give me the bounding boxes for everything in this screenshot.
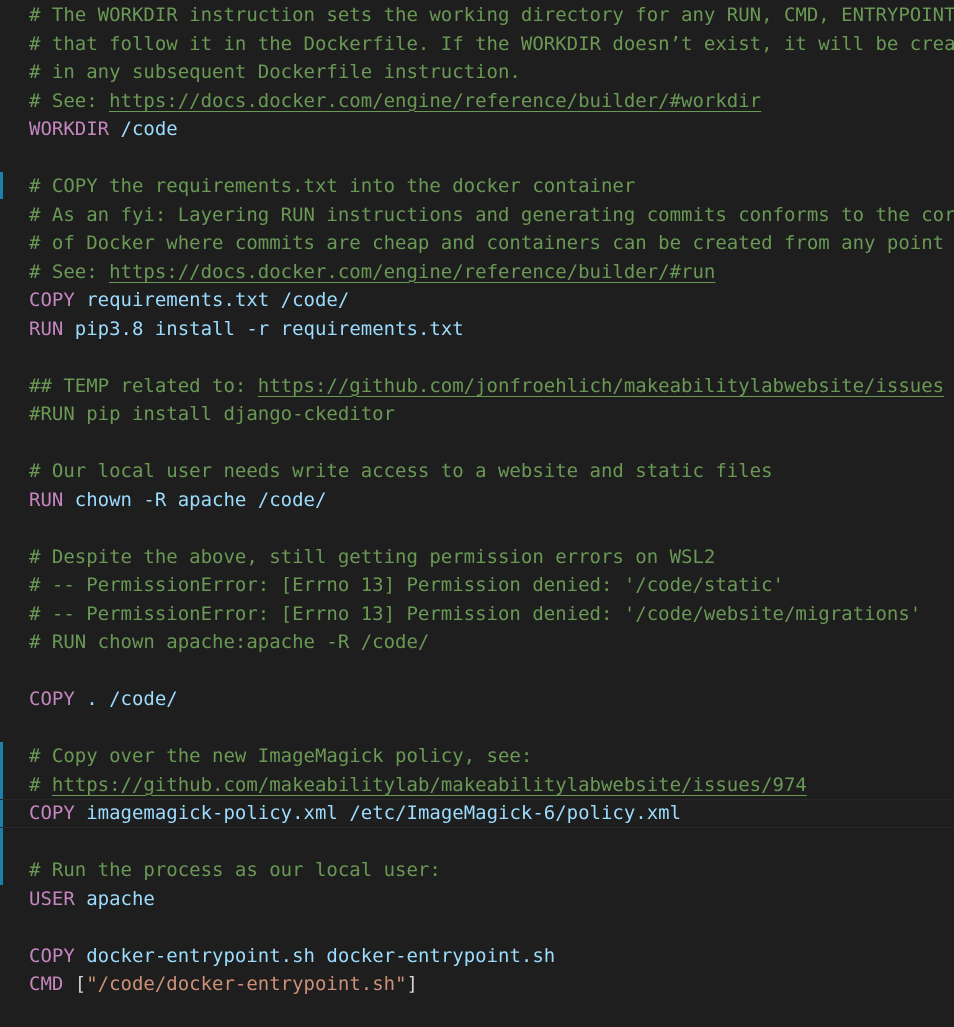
token-argument: /code (120, 118, 178, 140)
code-editor[interactable]: # The WORKDIR instruction sets the worki… (0, 0, 954, 1027)
code-line[interactable]: # Our local user needs write access to a… (0, 457, 954, 486)
token-punctuation (75, 888, 86, 910)
token-comment: # Run the process as our local user: (29, 859, 441, 881)
code-line[interactable]: # -- PermissionError: [Errno 13] Permiss… (0, 600, 954, 629)
token-punctuation (63, 318, 74, 340)
token-comment: # (29, 773, 52, 796)
token-link[interactable]: https://github.com/makeabilitylab/makeab… (52, 774, 807, 796)
code-line[interactable]: USER apache (0, 885, 954, 914)
token-comment: # See: (29, 260, 110, 283)
code-line[interactable]: CMD ["/code/docker-entrypoint.sh"] (0, 970, 954, 999)
token-keyword: RUN (29, 488, 64, 511)
code-line[interactable]: # -- PermissionError: [Errno 13] Permiss… (0, 571, 954, 600)
token-comment: #RUN pip install django-ckeditor (29, 403, 396, 425)
token-comment: # Despite the above, still getting permi… (29, 545, 716, 568)
code-line[interactable]: # See: https://docs.docker.com/engine/re… (0, 87, 954, 116)
code-line[interactable]: # in any subsequent Dockerfile instructi… (0, 58, 954, 87)
token-comment: # See: (29, 89, 110, 112)
token-punctuation (75, 945, 86, 967)
code-line[interactable] (0, 144, 954, 173)
token-punctuation: ] (406, 973, 418, 995)
token-comment: # that follow it in the Dockerfile. If t… (29, 32, 954, 55)
token-comment: # of Docker where commits are cheap and … (29, 232, 945, 254)
token-keyword: CMD (29, 973, 64, 995)
token-comment: # RUN chown apache:apache -R /code/ (29, 631, 430, 653)
token-string: "/code/docker-entrypoint.sh" (86, 973, 407, 995)
code-line[interactable]: # Despite the above, still getting permi… (0, 543, 954, 572)
token-keyword: COPY (29, 688, 75, 710)
code-line[interactable]: WORKDIR /code (0, 115, 954, 144)
token-keyword: COPY (29, 289, 75, 311)
code-line[interactable] (0, 828, 954, 857)
code-line[interactable]: #RUN pip install django-ckeditor (0, 400, 954, 429)
code-line[interactable] (0, 913, 954, 942)
token-comment: # -- PermissionError: [Errno 13] Permiss… (29, 574, 784, 596)
code-line[interactable]: RUN pip3.8 install -r requirements.txt (0, 315, 954, 344)
code-line[interactable]: # The WORKDIR instruction sets the worki… (0, 1, 954, 30)
token-comment: # -- PermissionError: [Errno 13] Permiss… (29, 602, 922, 625)
code-line[interactable]: COPY . /code/ (0, 685, 954, 714)
token-punctuation (75, 688, 86, 710)
code-line[interactable]: # of Docker where commits are cheap and … (0, 229, 954, 258)
code-line[interactable]: # See: https://docs.docker.com/engine/re… (0, 258, 954, 287)
code-line[interactable]: # Run the process as our local user: (0, 856, 954, 885)
code-line[interactable]: COPY requirements.txt /code/ (0, 286, 954, 315)
code-line[interactable] (0, 429, 954, 458)
code-line[interactable]: # RUN chown apache:apache -R /code/ (0, 628, 954, 657)
token-comment: # As an fyi: Layering RUN instructions a… (29, 203, 954, 226)
token-argument: apache (86, 887, 155, 910)
token-punctuation (75, 289, 86, 311)
code-line[interactable] (0, 514, 954, 543)
token-link[interactable]: https://docs.docker.com/engine/reference… (109, 261, 715, 283)
code-line[interactable] (0, 343, 954, 372)
code-line[interactable]: COPY imagemagick-policy.xml /etc/ImageMa… (0, 799, 954, 828)
code-line[interactable]: COPY docker-entrypoint.sh docker-entrypo… (0, 942, 954, 971)
code-line[interactable]: # Copy over the new ImageMagick policy, … (0, 742, 954, 771)
token-argument: chown -R apache /code/ (74, 488, 327, 511)
token-punctuation (63, 489, 74, 511)
token-comment: # in any subsequent Dockerfile instructi… (29, 61, 521, 83)
code-line[interactable]: # https://github.com/makeabilitylab/make… (0, 771, 954, 800)
token-link[interactable]: https://docs.docker.com/engine/reference… (109, 90, 761, 112)
token-comment: ## TEMP related to: (29, 374, 258, 397)
code-line[interactable]: ## TEMP related to: https://github.com/j… (0, 372, 954, 401)
token-punctuation (75, 802, 86, 824)
token-comment: # Copy over the new ImageMagick policy, … (29, 745, 533, 767)
token-comment: # The WORKDIR instruction sets the worki… (29, 4, 954, 26)
token-argument: requirements.txt /code/ (86, 289, 350, 311)
token-keyword: RUN (29, 317, 64, 340)
token-argument: imagemagick-policy.xml /etc/ImageMagick-… (86, 802, 682, 824)
token-punctuation (109, 118, 120, 140)
token-keyword: USER (29, 887, 75, 910)
code-line[interactable]: # that follow it in the Dockerfile. If t… (0, 30, 954, 59)
token-argument: docker-entrypoint.sh docker-entrypoint.s… (86, 944, 556, 967)
token-keyword: WORKDIR (29, 118, 110, 140)
token-argument: pip3.8 install -r requirements.txt (74, 317, 464, 340)
code-line[interactable]: # COPY the requirements.txt into the doc… (0, 172, 954, 201)
code-line[interactable]: RUN chown -R apache /code/ (0, 486, 954, 515)
code-line[interactable] (0, 714, 954, 743)
token-keyword: COPY (29, 944, 75, 967)
token-punctuation: [ (63, 973, 87, 995)
code-line[interactable] (0, 657, 954, 686)
token-argument: . /code/ (86, 688, 178, 710)
token-comment: # COPY the requirements.txt into the doc… (29, 175, 636, 197)
token-link[interactable]: https://github.com/jonfroehlich/makeabil… (258, 375, 944, 397)
token-keyword: COPY (29, 802, 75, 824)
token-comment: # Our local user needs write access to a… (29, 460, 773, 482)
code-line[interactable]: # As an fyi: Layering RUN instructions a… (0, 201, 954, 230)
code-lines[interactable]: # The WORKDIR instruction sets the worki… (0, 1, 954, 999)
